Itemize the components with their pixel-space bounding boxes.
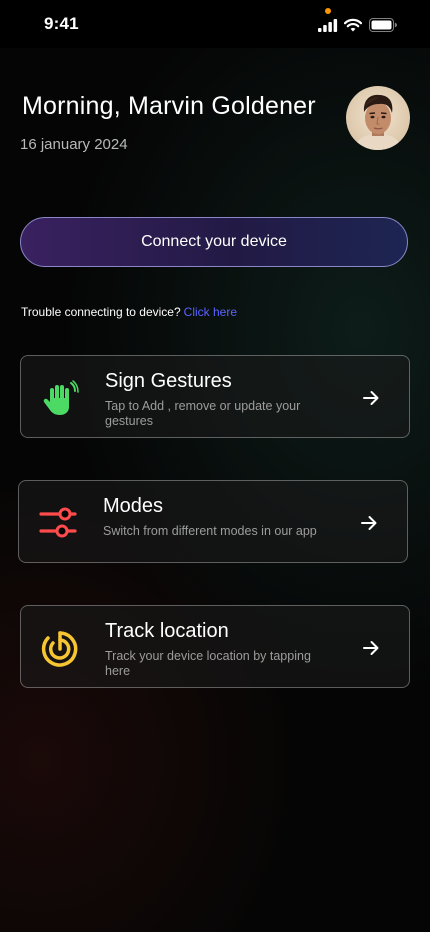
status-bar: 9:41 xyxy=(0,0,430,48)
connect-device-button[interactable]: Connect your device xyxy=(20,217,408,267)
current-date: 16 january 2024 xyxy=(20,136,128,153)
connect-device-label: Connect your device xyxy=(141,233,287,250)
battery-icon xyxy=(369,18,397,32)
sign-gestures-card[interactable]: Sign Gestures Tap to Add , remove or upd… xyxy=(20,355,410,438)
greeting-title: Morning, Marvin Goldener xyxy=(22,92,316,120)
arrow-right-icon xyxy=(361,516,377,530)
card-description: Switch from different modes in our app xyxy=(103,524,317,538)
card-description: Track your device location by tapping he… xyxy=(105,649,311,678)
hand-gesture-icon xyxy=(43,380,79,415)
click-here-link[interactable]: Click here xyxy=(184,305,237,319)
arrow-right-icon xyxy=(363,641,379,655)
card-title: Sign Gestures xyxy=(105,370,232,392)
track-location-card[interactable]: Track location Track your device locatio… xyxy=(20,605,410,688)
card-description: Tap to Add , remove or update your gestu… xyxy=(105,399,301,428)
cellular-signal-icon xyxy=(318,19,338,32)
avatar[interactable] xyxy=(346,86,410,150)
sliders-icon xyxy=(39,507,77,538)
location-radar-icon xyxy=(41,631,78,667)
user-portrait-image xyxy=(346,86,410,150)
card-title: Track location xyxy=(105,620,229,642)
wifi-icon xyxy=(344,18,362,32)
card-title: Modes xyxy=(103,495,164,517)
status-time: 9:41 xyxy=(44,14,79,33)
modes-card[interactable]: Modes Switch from different modes in our… xyxy=(18,480,408,563)
arrow-right-icon xyxy=(363,391,379,405)
privacy-indicator-dot xyxy=(325,8,331,14)
trouble-text: Trouble connecting to device? xyxy=(21,305,181,319)
trouble-connecting-text: Trouble connecting to device? Click here xyxy=(21,305,237,319)
